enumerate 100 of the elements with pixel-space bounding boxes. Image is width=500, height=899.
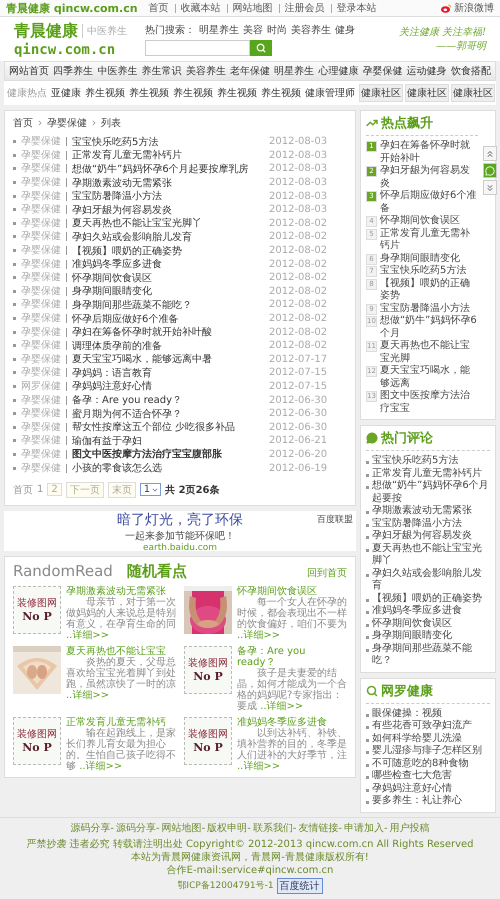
sub-nav-link[interactable]: 养生视频 xyxy=(173,86,213,100)
scroll-bottom-button[interactable] xyxy=(483,180,497,195)
nav-item[interactable]: 四季养生 xyxy=(53,64,94,78)
top-link[interactable]: 网站地图 xyxy=(226,4,273,12)
sidebar-link[interactable]: 正常发育儿童无需补钙片 xyxy=(380,228,478,252)
nav-item[interactable]: 饮食搭配 xyxy=(450,64,491,78)
article-link[interactable]: 夏天宝宝巧喝水，能够远离中暑 xyxy=(72,352,264,366)
sidebar-link[interactable]: 孕妇牙龈为何容易发炎 xyxy=(380,165,478,190)
sidebar-link[interactable]: 眼保健操：视频 xyxy=(372,708,442,720)
sidebar-link[interactable]: 宝宝防暑降温小方法 xyxy=(380,302,470,315)
community-button[interactable]: 健康社区 xyxy=(405,84,449,102)
sidebar-link[interactable]: 如何科学给婴儿洗澡 xyxy=(372,732,462,745)
sidebar-link[interactable]: 正常发育儿童无需补钙片 xyxy=(372,468,482,480)
search-field[interactable] xyxy=(145,40,250,56)
sub-nav-link[interactable]: 养生视频 xyxy=(129,86,169,100)
sidebar-link[interactable]: 身孕期间眼睛变化 xyxy=(372,630,452,642)
sidebar-link[interactable]: 婴儿湿疹与痱子怎样区别 xyxy=(372,745,482,758)
search-button[interactable] xyxy=(250,40,272,56)
article-link[interactable]: 身孕期间眼睛变化 xyxy=(72,284,264,298)
article-link[interactable]: 【视频】喂奶的正确姿势 xyxy=(72,244,264,258)
nav-item[interactable]: 明星养生 xyxy=(274,64,314,78)
article-link[interactable]: 图文中医按摩方法治疗宝宝腹部胀 xyxy=(72,447,264,462)
sidebar-link[interactable]: 夏天再热也不能让宝宝光脚丫 xyxy=(372,542,490,568)
comment-button[interactable] xyxy=(483,163,497,178)
sidebar-link[interactable]: 孕妇久站或会影响胎儿发育 xyxy=(372,568,490,592)
sub-nav-link[interactable]: 亚健康 xyxy=(51,86,81,100)
nav-item[interactable]: 孕婴保健 xyxy=(362,64,402,78)
article-link[interactable]: 蜜月期为何不适合怀孕？ xyxy=(72,406,264,421)
article-link[interactable]: 瑜伽有益于孕妇 xyxy=(72,434,264,448)
sidebar-link[interactable]: 准妈妈冬季应多进食 xyxy=(372,605,462,618)
sub-nav-link[interactable]: 养生视频 xyxy=(217,86,257,100)
nav-item[interactable]: 心理健康 xyxy=(318,64,358,78)
article-link[interactable]: 孕妇久站或会影响胎儿发育 xyxy=(72,230,264,244)
ad-banner[interactable]: 暗了灯光，亮了环保 一起来参加节能环保吧！ earth.baidu.com 百度联盟 xyxy=(4,510,356,551)
article-link[interactable]: 备孕：Are you ready？ xyxy=(72,393,264,408)
nav-item[interactable]: 运动健身 xyxy=(406,64,447,78)
sidebar-link[interactable]: 【视频】喂奶的正确姿势 xyxy=(372,592,482,605)
weibo-link[interactable]: 新浪微博 xyxy=(441,1,494,15)
sidebar-link[interactable]: 不可随意吃的8种食物 xyxy=(372,758,468,770)
sidebar-link[interactable]: 想做“奶牛”妈妈怀孕6个月 xyxy=(380,315,478,340)
sidebar-link[interactable]: 图文中医按摩方法治疗宝宝 xyxy=(380,390,478,415)
breadcrumb-link[interactable]: 首页 xyxy=(13,116,33,130)
breadcrumb-link[interactable]: 列表 xyxy=(101,116,121,130)
sidebar-link[interactable]: 哪些检查七大危害 xyxy=(372,770,452,782)
top-link[interactable]: 收藏本站 xyxy=(174,4,221,12)
footer-link[interactable]: 友情链接- xyxy=(298,820,342,834)
article-link[interactable]: 怀孕后期应做好6个准备 xyxy=(72,312,264,326)
article-link[interactable]: 孕妈妈：语言教育 xyxy=(72,366,264,380)
hot-search-link[interactable]: 明星养生 xyxy=(199,22,239,36)
sidebar-link[interactable]: 孕期激素波动无需紧张 xyxy=(372,505,472,518)
article-link[interactable]: 孕期激素波动无需紧张 xyxy=(72,176,264,190)
stats-badge[interactable]: 百度统计 xyxy=(276,878,323,894)
article-link[interactable]: 帮女性按摩这五个部位 少吃很多补品 xyxy=(72,420,264,434)
community-button[interactable]: 健康社区 xyxy=(451,84,495,102)
article-link[interactable]: 孕妈妈注意好心情 xyxy=(72,379,264,394)
sidebar-link[interactable]: 夏天再热也不能让宝宝光脚 xyxy=(380,340,478,365)
footer-link[interactable]: 联系我们- xyxy=(252,820,296,834)
community-button[interactable]: 健康社区 xyxy=(359,84,403,102)
top-link[interactable]: 首页 xyxy=(144,4,169,12)
page-select[interactable]: 1 xyxy=(140,483,162,496)
sidebar-link[interactable]: 宝宝快乐吃药5方法 xyxy=(372,455,458,468)
sidebar-link[interactable]: 夏天宝宝巧喝水，能够远离 xyxy=(380,365,478,390)
sidebar-link[interactable]: 身孕期间眼睛变化 xyxy=(380,252,460,265)
article-link[interactable]: 正常发育儿童无需补钙片 xyxy=(72,148,264,162)
hot-search-link[interactable]: 美容 xyxy=(243,22,263,36)
article-link[interactable]: 宝宝快乐吃药5方法 xyxy=(72,134,264,149)
sub-nav-link[interactable]: 健康管理师 xyxy=(305,86,355,100)
article-link[interactable]: 孕妇牙龈为何容易发炎 xyxy=(72,202,264,217)
sidebar-link[interactable]: 要多养生：礼让养心 xyxy=(372,795,462,808)
hot-search-link[interactable]: 时尚 xyxy=(267,22,287,36)
sub-nav-link[interactable]: 养生视频 xyxy=(261,86,301,100)
article-link[interactable]: 夏天再热也不能让宝宝光脚丫 xyxy=(72,216,264,230)
hot-search-link[interactable]: 美容养生 xyxy=(291,22,331,36)
sidebar-link[interactable]: 身孕期间那些蔬菜不能吃？ xyxy=(372,642,490,668)
nav-item[interactable]: 养生常识 xyxy=(142,64,182,78)
sidebar-link[interactable]: 怀孕后期应做好6个准备 xyxy=(380,190,478,215)
sidebar-link[interactable]: 怀孕期间饮食误区 xyxy=(372,618,452,630)
sidebar-link[interactable]: 孕妈妈注意好心情 xyxy=(372,782,452,795)
sidebar-link[interactable]: 宝宝快乐吃药5方法 xyxy=(380,265,466,278)
sidebar-link[interactable]: 想做“奶牛”妈妈怀孕6个月起要按 xyxy=(372,480,490,505)
nav-item[interactable]: 美容养生 xyxy=(186,64,226,78)
article-link[interactable]: 想做“奶牛”妈妈怀孕6个月起要按摩乳房 xyxy=(72,162,264,176)
nav-item[interactable]: 网站首页 xyxy=(9,64,49,78)
sidebar-link[interactable]: 孕妇在筹备怀孕时就开始补叶 xyxy=(380,140,478,165)
sidebar-link[interactable]: 有些花香可致孕妇流产 xyxy=(372,720,472,732)
article-link[interactable]: 宝宝防暑降温小方法 xyxy=(72,189,264,204)
footer-link[interactable]: 申请加入- xyxy=(344,820,388,834)
top-link[interactable]: 登录本站 xyxy=(330,4,377,12)
sidebar-link[interactable]: 宝宝防暑降温小方法 xyxy=(372,518,462,530)
article-link[interactable]: 孕妇在筹备怀孕时就开始补叶酸 xyxy=(72,325,264,340)
breadcrumb-link[interactable]: 孕婴保健 xyxy=(47,116,87,130)
article-link[interactable]: 小孩的零食该怎么选 xyxy=(72,461,264,476)
sidebar-link[interactable]: 【视频】喂奶的正确姿势 xyxy=(380,278,478,302)
article-link[interactable]: 调理体质孕前的准备 xyxy=(72,338,264,353)
nav-item[interactable]: 老年保健 xyxy=(230,64,270,78)
sub-nav-link[interactable]: 养生视频 xyxy=(85,86,125,100)
top-link[interactable]: 注册会员 xyxy=(278,4,325,12)
scroll-top-button[interactable] xyxy=(483,146,497,161)
hot-search-link[interactable]: 健身 xyxy=(335,22,355,36)
sidebar-link[interactable]: 孕妇牙龈为何容易发炎 xyxy=(372,530,472,542)
